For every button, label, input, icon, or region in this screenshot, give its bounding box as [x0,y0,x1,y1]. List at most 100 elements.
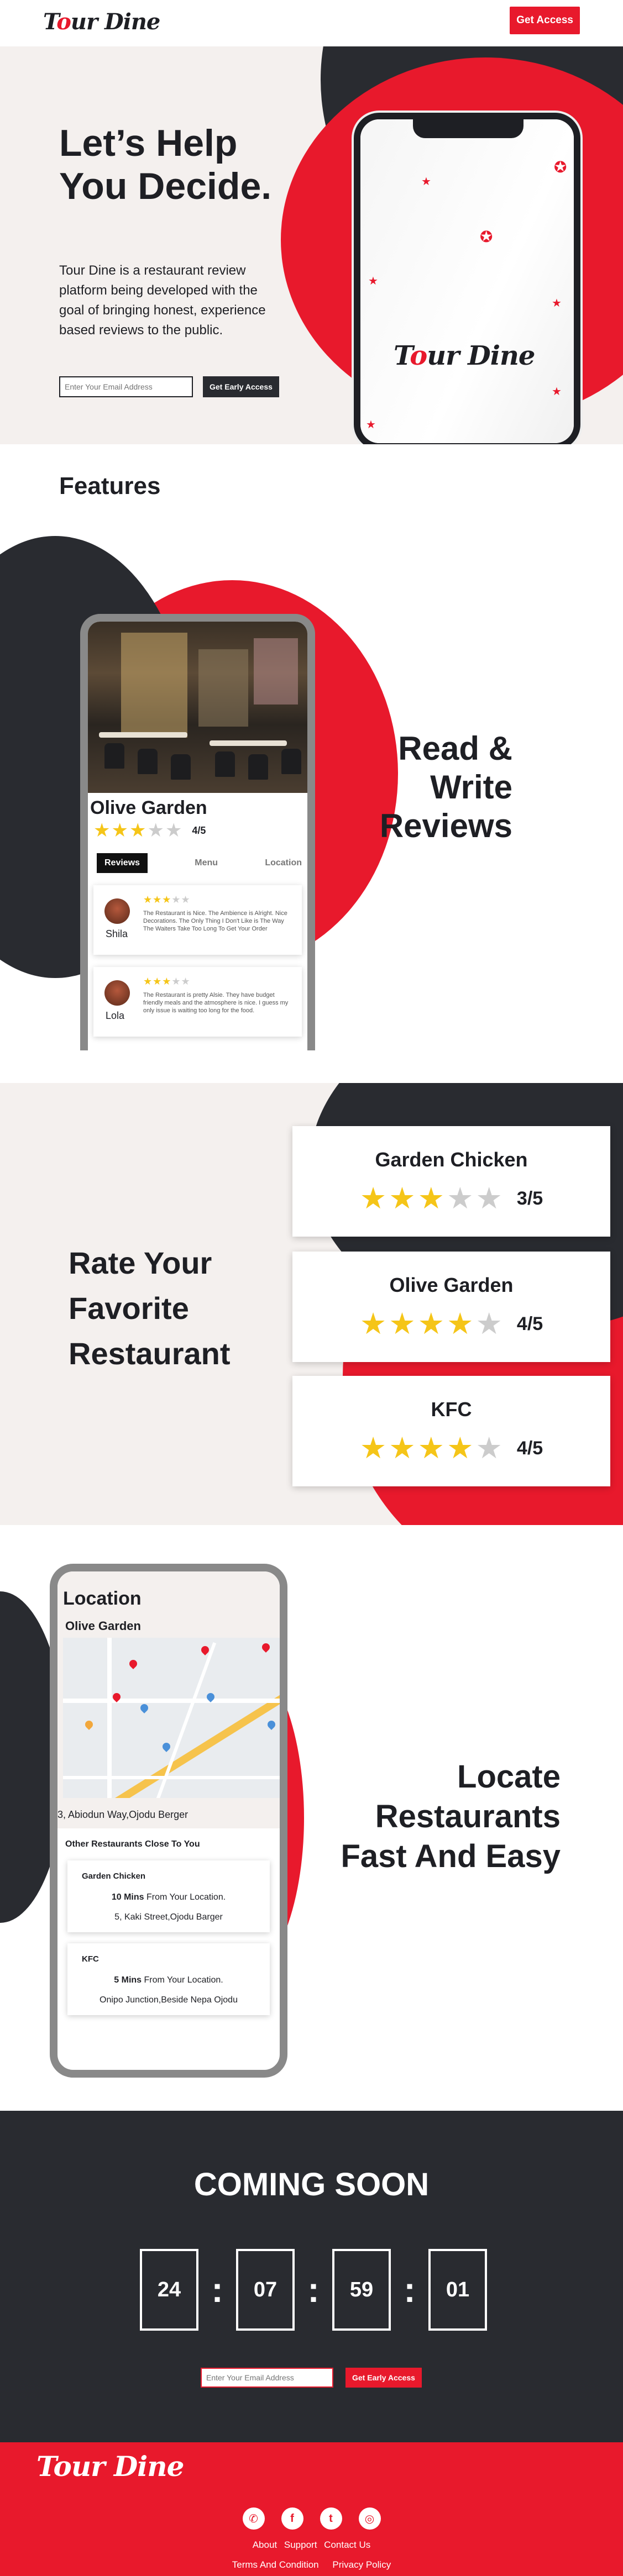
nearby-address: Onipo Junction,Beside Nepa Ojodu [100,1995,238,2005]
nearby-restaurant-card[interactable]: KFC 5 Mins From Your Location. Onipo Jun… [67,1943,270,2015]
star-icon: ★ [552,386,562,398]
star-icon: ★ [552,297,562,309]
star-icon[interactable]: ★ [360,1184,386,1213]
get-access-button[interactable]: Get Access [510,7,580,34]
footer-link-terms[interactable]: Terms And Condition [232,2559,319,2570]
star-icon[interactable]: ★ [389,1184,415,1213]
location-app-mockup: Location Olive Garden 3, Abiodun Way,Ojo… [50,1564,287,2078]
footer-link-contact[interactable]: Contact Us [324,2540,370,2550]
footer-link-support[interactable]: Support [284,2540,317,2550]
rating-card[interactable]: Garden Chicken ★ ★ ★ ★ ★ 3/5 [292,1126,610,1237]
review-text: The Restaurant is pretty Alsie. They hav… [143,992,289,1014]
map-pin-icon[interactable] [260,1642,271,1653]
phone-logo: Tour Dine [394,340,535,371]
star-icon[interactable]: ★ [447,1309,473,1339]
star-icon[interactable]: ★ [418,1309,444,1339]
star-icon[interactable]: ★ [476,1433,502,1463]
hero-title: Let’s Help You Decide. [59,122,272,207]
review-card: Shila ★★★★★ The Restaurant is Nice. The … [93,885,302,955]
star-icon[interactable]: ★ [389,1433,415,1463]
countdown-minutes: 59 [332,2249,391,2331]
nearby-distance: 10 Mins From Your Location. [111,1892,226,1902]
logo[interactable]: Tour Dine [43,9,160,35]
star-icon[interactable]: ★ [360,1309,386,1339]
coming-soon-signup-form: Get Early Access [201,2368,422,2388]
coming-soon-title: COMING SOON [193,2167,430,2202]
footer-link-privacy[interactable]: Privacy Policy [332,2559,391,2570]
features-title: Features [59,472,161,500]
countdown-separator: : [404,2270,416,2310]
twitter-icon[interactable]: t [320,2507,342,2530]
countdown-separator: : [211,2270,223,2310]
tab-menu[interactable]: Menu [195,858,218,868]
rate-heading: Rate Your Favorite Restaurant [69,1245,231,1371]
hero-email-input[interactable] [59,376,193,397]
map-pin-icon[interactable] [139,1702,150,1713]
countdown-days: 24 [140,2249,198,2331]
star-icon: ★ [147,820,164,841]
location-title: Location [63,1588,142,1609]
map-pin-icon[interactable] [266,1719,277,1730]
phone-notch [413,119,523,138]
star-icon[interactable]: ★ [389,1309,415,1339]
footer-link-about[interactable]: About [253,2540,277,2550]
star-icon[interactable]: ★ [447,1433,473,1463]
map-view[interactable] [63,1638,280,1798]
others-title: Other Restaurants Close To You [65,1839,200,1849]
star-icon[interactable]: ★ [476,1184,502,1213]
card-rating: 4/5 [516,1437,543,1459]
hero-section: Let’s Help You Decide. Tour Dine is a re… [0,46,623,444]
countdown-hours: 07 [236,2249,295,2331]
tab-reviews[interactable]: Reviews [97,853,148,873]
star-icon[interactable]: ★ [418,1184,444,1213]
hero-early-access-button[interactable]: Get Early Access [203,376,279,397]
page: Let’s Help You Decide. Tour Dine is a re… [0,0,623,2576]
rating-card[interactable]: Olive Garden ★ ★ ★ ★ ★ 4/5 [292,1252,610,1362]
card-restaurant-name: KFC [431,1398,472,1421]
nearby-address: 5, Kaki Street,Ojodu Barger [114,1912,223,1922]
coming-soon-email-input[interactable] [201,2368,333,2388]
star-icon: ★ [421,176,431,188]
footer-logo[interactable]: Tour Dine [36,2450,184,2483]
nav-link-contact[interactable]: Contact [455,14,494,27]
star-icon: ★ [366,419,376,431]
facebook-icon[interactable]: f [281,2507,303,2530]
review-stars: ★★★★★ [143,894,191,905]
instagram-icon[interactable]: ◎ [358,2507,381,2530]
star-badge-icon: ✪ [554,159,567,176]
reviewer-name: Lola [106,1010,125,1021]
nav-links: Home About Us Contact Get Access [348,7,580,34]
nav-link-home[interactable]: Home [348,14,378,27]
map-pin-icon[interactable] [161,1741,172,1752]
nav-link-about[interactable]: About Us [393,14,439,27]
card-rating: 4/5 [516,1313,543,1334]
nearby-name: KFC [82,1954,99,1964]
rating-card[interactable]: KFC ★ ★ ★ ★ ★ 4/5 [292,1376,610,1486]
card-stars: ★ ★ ★ ★ ★ 4/5 [292,1433,610,1463]
locate-heading: Locate Restaurants Fast And Easy [341,1759,561,1874]
footer-legal-links: Terms And Condition Privacy Policy [0,2559,623,2570]
restaurant-tabs: Reviews Menu Location [88,842,307,873]
reviews-feature: Olive Garden ★ ★ ★ ★ ★ 4/5 Reviews Menu … [0,525,623,1083]
hero-phone-mockup: ★ ✪ ✪ ★ ★ ★ ★ Tour Dine [354,113,580,444]
countdown-separator: : [307,2270,320,2310]
star-icon: ★ [93,820,111,841]
star-icon[interactable]: ★ [476,1309,502,1339]
map-pin-icon[interactable] [83,1719,95,1730]
rate-feature: Rate Your Favorite Restaurant Garden Chi… [0,1083,623,1525]
star-icon[interactable]: ★ [447,1184,473,1213]
social-links: ✆ f t ◎ [0,2507,623,2530]
location-header: Location Olive Garden 3, Abiodun Way,Ojo… [57,1571,280,1828]
nearby-restaurant-card[interactable]: Garden Chicken 10 Mins From Your Locatio… [67,1860,270,1932]
tab-location[interactable]: Location [265,858,302,868]
card-rating: 3/5 [516,1187,543,1209]
card-stars: ★ ★ ★ ★ ★ 3/5 [292,1184,610,1213]
coming-soon-section: COMING SOON 24 : 07 : 59 : 01 Get Early … [0,2111,623,2442]
review-text: The Restaurant is Nice. The Ambience is … [143,910,287,932]
star-icon[interactable]: ★ [360,1433,386,1463]
coming-soon-early-access-button[interactable]: Get Early Access [345,2368,422,2388]
avatar [104,980,130,1006]
map-pin-icon[interactable] [128,1658,139,1669]
star-icon[interactable]: ★ [418,1433,444,1463]
whatsapp-icon[interactable]: ✆ [242,2507,265,2530]
